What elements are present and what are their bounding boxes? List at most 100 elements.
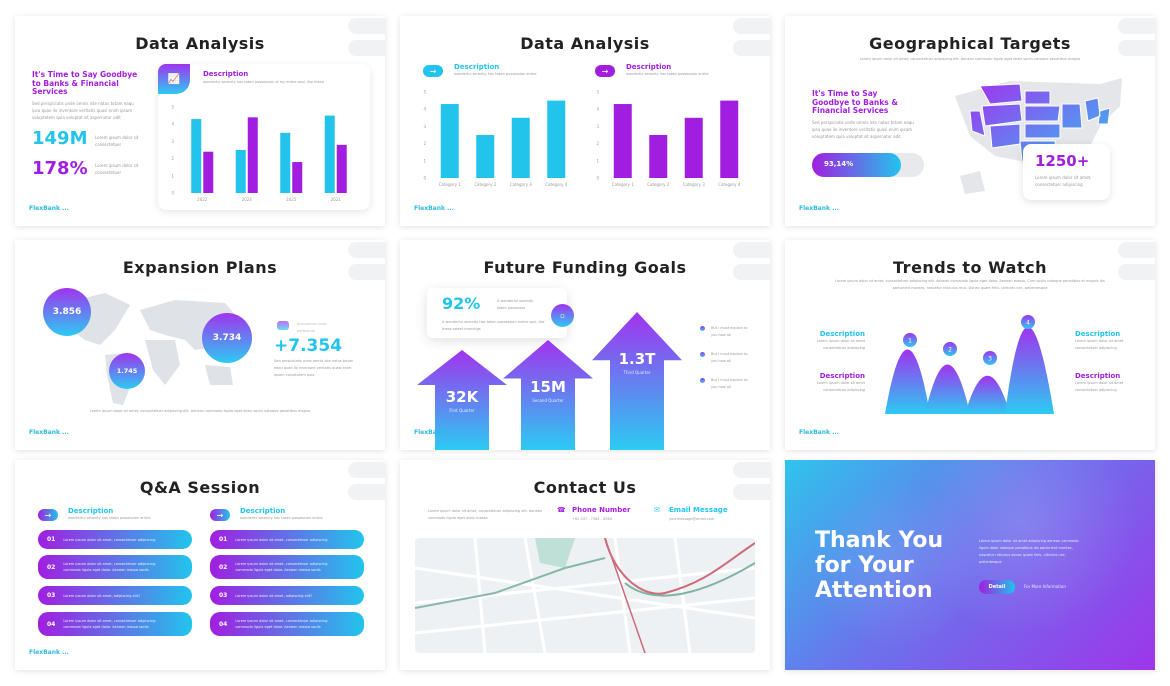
x-tick-label: 2025 (286, 197, 297, 202)
y-tick-label: 4 (423, 107, 426, 112)
qa-number: 04 (219, 620, 228, 628)
chat-icon: ▫ (551, 304, 574, 327)
qa-item[interactable]: 01 Lorem ipsum dolor sit amet, consectet… (38, 530, 192, 549)
marker-label: 2 (948, 347, 952, 354)
detail-button[interactable]: Detail (979, 580, 1015, 594)
arrow-value: 15M (530, 378, 566, 396)
qa-item[interactable]: 04 Lorem ipsum dolor sit amet, consectet… (38, 612, 192, 636)
slide-qa-session[interactable]: Q&A Session → Description wonderful sere… (15, 460, 385, 670)
slide-title: Thank You for Your Attention (815, 528, 944, 603)
qa-number: 03 (47, 592, 56, 599)
city-map[interactable] (415, 538, 755, 653)
y-tick-label: 5 (423, 90, 426, 95)
body-text: Sed perspiciatis unde omnis iste natus t… (812, 120, 914, 139)
coins-icon (277, 321, 289, 330)
stat-178: 178% (32, 158, 88, 179)
slide-geographical-targets[interactable]: Geographical Targets Lorem ipsum dolor s… (785, 16, 1155, 226)
slide-data-analysis-1[interactable]: Data Analysis It's Time to Say Goodbye t… (15, 16, 385, 226)
y-tick-label: 2 (423, 141, 426, 146)
qa-item[interactable]: 01 Lorem ipsum dolor sit amet, consectet… (210, 530, 364, 549)
slide-expansion-plans[interactable]: Expansion Plans 3.856 3.734 1.745 Accusa… (15, 240, 385, 450)
x-tick-label: Category 3 (510, 182, 533, 187)
desc-text: Lorem ipsum dolor sit amet consectetuer … (1075, 381, 1124, 392)
decor-pill (733, 18, 770, 34)
desc-title: Description (626, 63, 672, 71)
x-tick-label: 2021 (331, 197, 342, 202)
bar (324, 115, 335, 193)
y-tick-label: 0 (423, 176, 426, 181)
more-info-link[interactable]: For More Information (1024, 584, 1066, 589)
bar-chart-cyan: 0 1 2 3 4 5 Category 1 Category 2 Category 3 Cate… (423, 90, 568, 188)
marker-label: 4 (1026, 320, 1030, 327)
x-tick-label: Category 1 (612, 182, 635, 187)
email-address: yourmessage@email.com (669, 517, 715, 521)
qa-item[interactable]: 02 Lorem ipsum dolor sit amet, consectet… (210, 555, 364, 579)
slide-trends-to-watch[interactable]: Trends to Watch Lorem ipsum dolor sit am… (785, 240, 1155, 450)
bar-chart-years: 0 1 2 3 4 5 2022 2024 2025 2021 (171, 105, 347, 202)
bar (203, 151, 214, 193)
card-text: wonderful serenity has taken possession … (203, 80, 324, 84)
decor-pill (348, 18, 385, 34)
subtitle: Lorem ipsum dolor sit amet, consectetuer… (835, 279, 1105, 290)
slide-title: Geographical Targets (869, 34, 1071, 53)
callout-body: A wonderful serenity has taken possessio… (442, 320, 545, 331)
x-tick-label: Category 4 (545, 182, 568, 187)
bar (720, 100, 739, 178)
desc-text: wonderful serenity has taken possession … (68, 516, 151, 520)
qa-text: Lorem ipsum dolor sit amet, consectetuer… (63, 537, 156, 542)
y-tick-label: 3 (171, 139, 174, 144)
y-tick-label: 3 (596, 124, 599, 129)
desc-title: Description (1075, 330, 1121, 338)
bullet-item: But I must explain to you how all (700, 377, 751, 391)
desc-text: wonderful serenity has taken possession … (626, 72, 709, 76)
arrow-value: 1.3T (618, 350, 656, 368)
bullet-list: But I must explain to you how all But I … (700, 325, 751, 391)
body-text: Lorem ipsum dolor sit amet, consectetuer… (428, 509, 543, 520)
qa-number: 02 (47, 563, 56, 571)
map-bubble: 3.856 (43, 288, 91, 336)
decor-pill (348, 242, 385, 258)
mountain-2 (925, 364, 970, 414)
slide-future-funding-goals[interactable]: Future Funding Goals 92% A wonderful ser… (400, 240, 770, 450)
stat-text: Lorem ipsum dolor sit amet, consectetuer… (1035, 175, 1092, 187)
desc-text: Lorem ipsum dolor sit amet consectetuer … (1075, 339, 1124, 350)
stat-value: +7.354 (274, 336, 343, 356)
slide-title: Data Analysis (520, 34, 650, 53)
bar (191, 119, 202, 193)
qa-number: 03 (219, 592, 228, 599)
slide-thank-you[interactable]: Thank You for Your Attention Lorem ipsum… (785, 460, 1155, 670)
email-title: Email Message (669, 506, 728, 514)
desc-block: Description Lorem ipsum dolor sit amet co… (803, 330, 865, 352)
y-tick-label: 0 (171, 191, 174, 196)
arrow-label: Second Quarter (532, 398, 564, 403)
slide-title: Expansion Plans (122, 258, 278, 277)
slide-data-analysis-2[interactable]: Data Analysis → Description wonderful se… (400, 16, 770, 226)
bar (649, 135, 668, 178)
desc-title: Description (454, 63, 500, 71)
bar (613, 104, 632, 178)
decor-pill (733, 462, 770, 478)
qa-item[interactable]: 02 Lorem ipsum dolor sit amet, consectet… (38, 555, 192, 579)
qa-text: Lorem ipsum dolor sit amet, consectetuer… (235, 562, 328, 572)
bullet-dot-icon (700, 326, 705, 331)
callout-side: A wonderful serenity taken possessor (497, 299, 534, 310)
brand-logo: FlexBank ... (29, 649, 69, 656)
x-tick-label: Category 2 (647, 182, 670, 187)
arrow-value: 32K (445, 388, 479, 406)
x-tick-label: 2022 (197, 197, 208, 202)
slide-title: Contact Us (533, 478, 637, 497)
y-tick-label: 2 (171, 156, 174, 161)
y-tick-label: 1 (171, 173, 174, 178)
x-tick-label: 2024 (242, 197, 253, 202)
qa-item[interactable]: 03 Lorem ipsum dolor sit amet, adipiscin… (38, 586, 192, 605)
bar (440, 104, 459, 178)
y-tick-label: 0 (596, 176, 599, 181)
stat-149m: 149M (32, 128, 88, 149)
qa-item[interactable]: 03 Lorem ipsum dolor sit amet, adipiscin… (210, 586, 364, 605)
slide-contact-us[interactable]: Contact Us Lorem ipsum dolor sit amet, c… (400, 460, 770, 670)
stat-text: Lorem ipsum dolor sit consectetuer (95, 163, 139, 175)
slide-title: Q&A Session (139, 478, 261, 497)
qa-item[interactable]: 04 Lorem ipsum dolor sit amet, consectet… (210, 612, 364, 636)
bubble-value: 1.745 (116, 367, 138, 375)
y-tick-label: 1 (596, 158, 599, 163)
